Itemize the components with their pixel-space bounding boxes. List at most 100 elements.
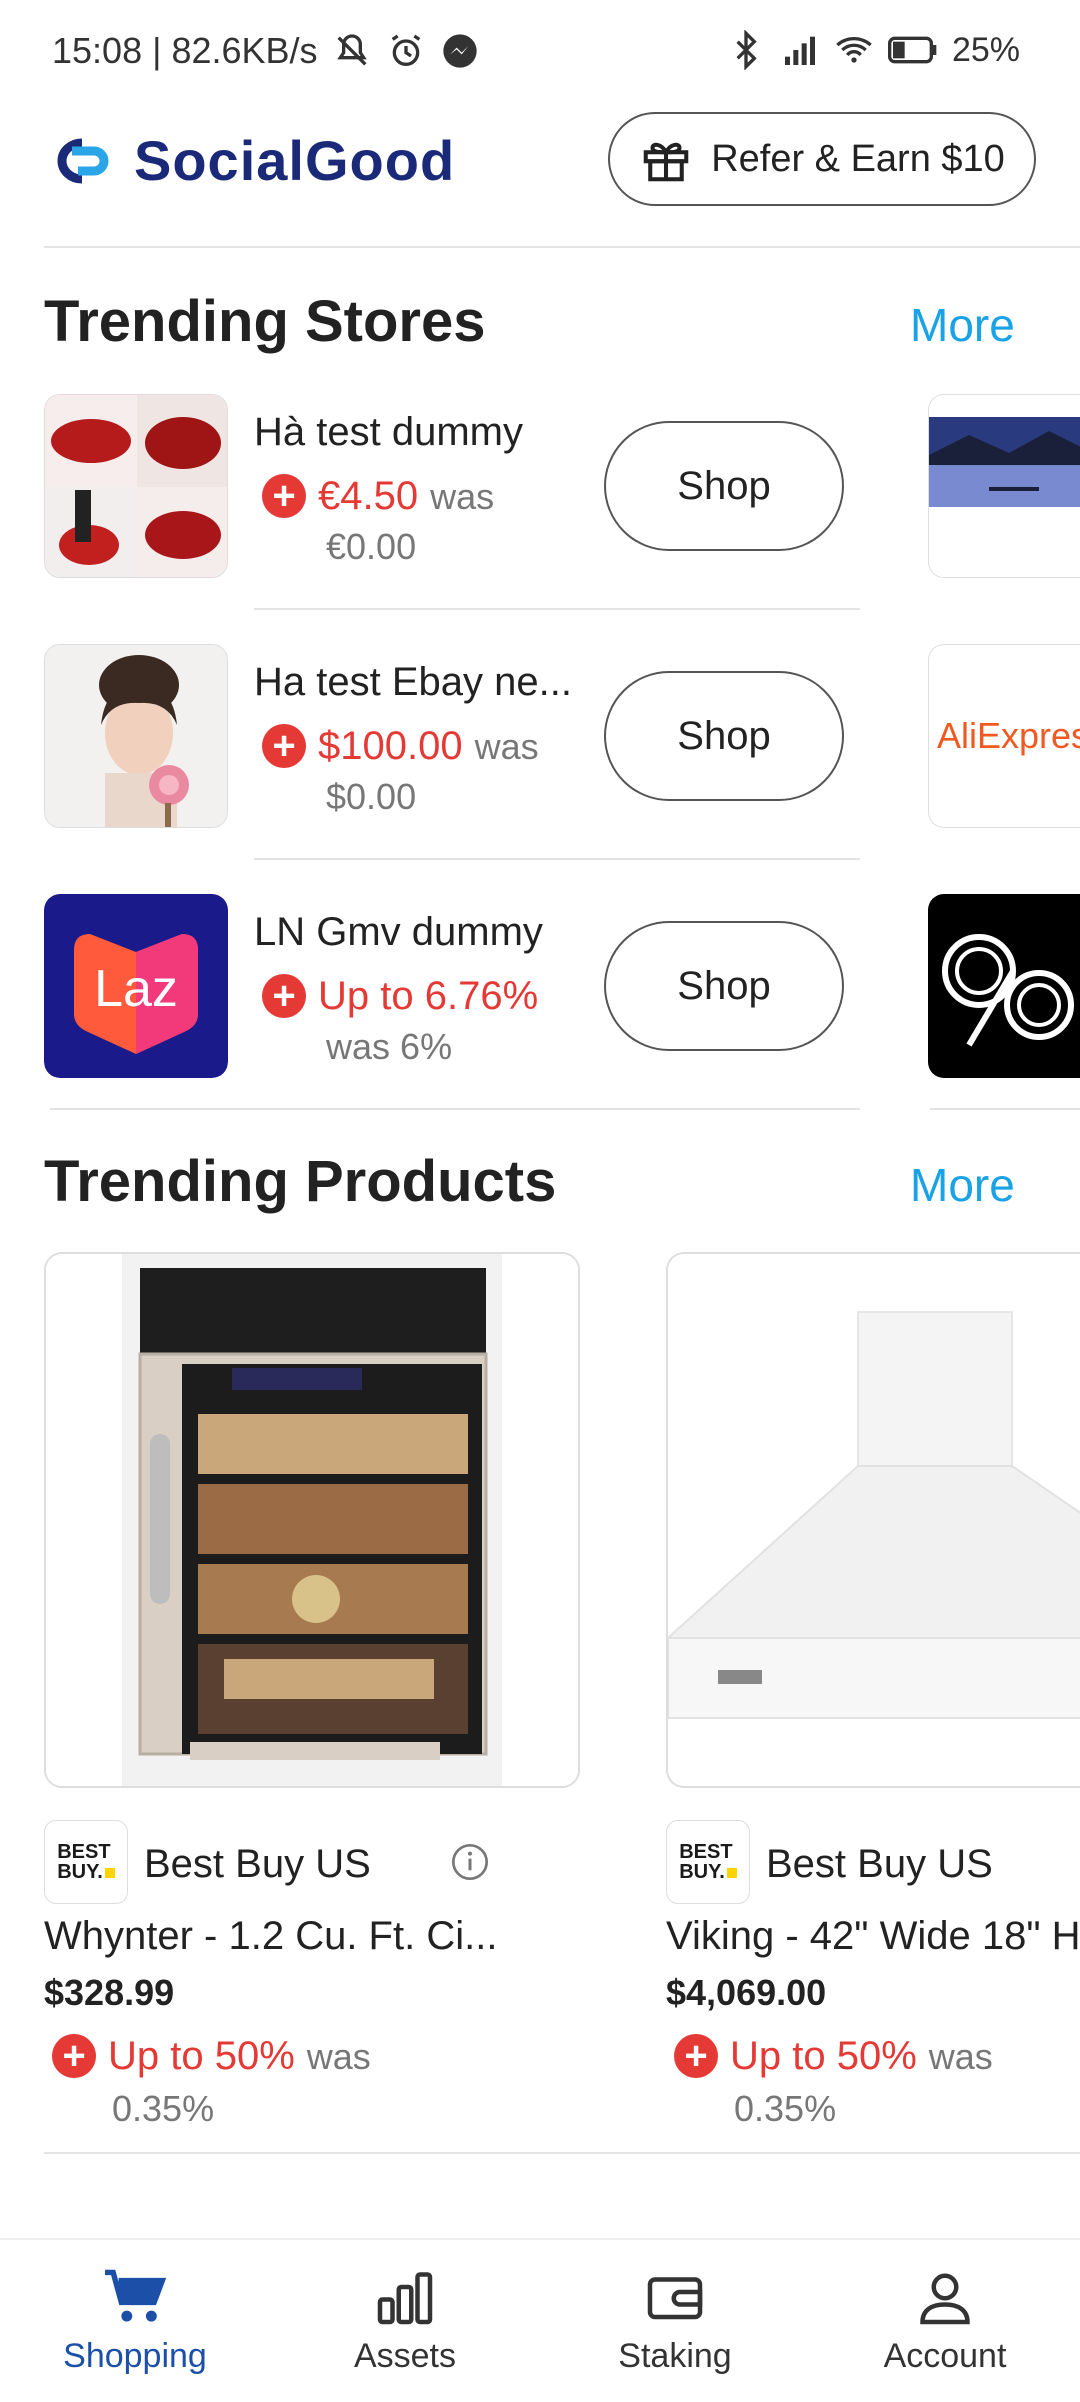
status-left: 15:08 | 82.6KB/s	[52, 30, 480, 72]
nav-shopping[interactable]: Shopping	[0, 2240, 270, 2402]
bottom-navigation: Shopping Assets Staking Account	[0, 2238, 1080, 2402]
header-divider	[44, 246, 1080, 248]
range-hood-image	[668, 1254, 1080, 1786]
battery-icon	[887, 36, 937, 64]
product-name-2: Viking - 42" Wide 18" H	[666, 1914, 1080, 1958]
was-line-3: was 6%	[326, 1026, 452, 1068]
signal-icon	[784, 36, 815, 65]
bestbuy-logo-text: BUY.	[679, 1861, 725, 1883]
wallet-icon	[647, 2276, 703, 2319]
plus-icon: +	[674, 2034, 718, 2078]
merchant-logo-2: BEST BUY.	[666, 1820, 750, 1904]
svg-text:Laz: Laz	[94, 960, 178, 1018]
product-card-2[interactable]	[666, 1252, 1080, 1788]
portrait-image	[45, 645, 227, 827]
product-name-1: Whynter - 1.2 Cu. Ft. Ci...	[44, 1914, 498, 1958]
shop-button-1[interactable]: Shop	[604, 421, 844, 551]
gift-icon	[643, 142, 689, 182]
brand-logo[interactable]: SocialGood	[42, 128, 455, 193]
cashback-value: Up to 50%	[730, 2034, 917, 2078]
trending-products-title: Trending Products	[44, 1149, 557, 1214]
trending-stores-title: Trending Stores	[44, 289, 486, 354]
bestbuy-logo-icon: BEST BUY.	[679, 1842, 737, 1882]
bestbuy-tag-icon	[104, 1868, 115, 1878]
store-thumbnail-2[interactable]	[44, 644, 228, 828]
info-icon[interactable]	[450, 1842, 490, 1882]
aliexpress-logo: AliExpress	[937, 715, 1080, 756]
store-thumbnail-3[interactable]: Laz	[44, 894, 228, 1078]
95g-logo-icon	[929, 895, 1080, 1077]
cashback-value: €4.50	[318, 474, 419, 518]
nav-staking[interactable]: Staking	[540, 2240, 810, 2402]
was-label: was	[326, 1026, 391, 1067]
refer-earn-button[interactable]: Refer & Earn $10	[608, 112, 1036, 206]
was-label: was	[474, 726, 539, 767]
plus-icon: +	[52, 2034, 96, 2078]
mute-icon	[336, 34, 367, 66]
refer-earn-label: Refer & Earn $10	[711, 137, 1005, 180]
status-right: 25%	[726, 30, 1020, 70]
nav-account[interactable]: Account	[810, 2240, 1080, 2402]
was-value: 6%	[400, 1026, 453, 1067]
nav-label: Assets	[353, 2336, 457, 2375]
plus-icon: +	[262, 974, 306, 1018]
merchant-name-1: Best Buy US	[144, 1842, 371, 1886]
store-cashback-3: + Up to 6.76%	[262, 974, 538, 1019]
wifi-icon	[836, 37, 872, 63]
store-cashback-2: + $100.00 was	[262, 724, 539, 769]
was-value: 0.35%	[112, 2088, 215, 2129]
store-name-1: Hà test dummy	[254, 410, 523, 454]
bestbuy-logo-line-2: BUY.	[57, 1862, 115, 1882]
plus-icon: +	[262, 474, 306, 518]
bluetooth-icon	[736, 30, 757, 70]
product-price-1: $328.99	[44, 1972, 175, 2013]
product-price-2: $4,069.00	[666, 1972, 827, 2013]
side-store-thumbnail-1[interactable]	[928, 394, 1080, 578]
product-cashback-1: + Up to 50% was	[52, 2034, 371, 2079]
bestbuy-logo-line-2: BUY.	[679, 1862, 737, 1882]
trending-stores-more-link[interactable]: More	[910, 298, 1015, 352]
store-cashback-1: + €4.50 was	[262, 474, 494, 519]
cashback-value: $100.00	[318, 724, 463, 768]
cashback-value: Up to 6.76%	[318, 974, 539, 1018]
side-store-thumbnail-3[interactable]	[928, 894, 1080, 1078]
product-cashback-2: + Up to 50% was	[674, 2034, 993, 2079]
nav-assets[interactable]: Assets	[270, 2240, 540, 2402]
merchant-name-2: Best Buy US	[766, 1842, 993, 1886]
bestbuy-logo-line-1: BEST	[679, 1841, 733, 1863]
product-card-1[interactable]	[44, 1252, 580, 1788]
time-and-speed: 15:08 | 82.6KB/s	[52, 30, 318, 71]
store-divider-1	[254, 608, 860, 610]
status-bar: 15:08 | 82.6KB/s 25%	[0, 0, 1080, 100]
trending-products-more-link[interactable]: More	[910, 1158, 1015, 1212]
bestbuy-tag-icon	[726, 1868, 737, 1878]
side-divider	[930, 1108, 1080, 1110]
socialgood-logo-icon	[57, 138, 109, 183]
nav-label: Account	[883, 2336, 1007, 2375]
nav-label: Shopping	[63, 2336, 207, 2375]
store-thumbnail-1[interactable]	[44, 394, 228, 578]
bestbuy-logo-line-1: BEST	[57, 1841, 111, 1863]
was-value: 0.35%	[734, 2088, 837, 2129]
wine-cooler-image	[46, 1254, 578, 1786]
was-label: was	[306, 2036, 371, 2077]
cashback-value: Up to 50%	[108, 2034, 295, 2078]
lake-sunset-image	[929, 395, 1080, 577]
merchant-logo-1: BEST BUY.	[44, 1820, 128, 1904]
battery-percent: 25%	[951, 30, 1020, 69]
messenger-icon	[442, 34, 477, 68]
alarm-icon	[391, 34, 420, 66]
shop-button-2[interactable]: Shop	[604, 671, 844, 801]
cart-icon	[105, 2269, 167, 2322]
store-name-3: LN Gmv dummy	[254, 910, 543, 954]
shop-button-3[interactable]: Shop	[604, 921, 844, 1051]
was-label: was	[430, 476, 495, 517]
bestbuy-logo-text: BUY.	[57, 1861, 103, 1883]
bar-chart-icon	[377, 2271, 433, 2324]
lazada-logo-icon: Laz	[44, 894, 228, 1078]
side-store-thumbnail-2[interactable]: AliExpress	[928, 644, 1080, 828]
products-divider	[44, 2152, 1080, 2154]
plus-icon: +	[262, 724, 306, 768]
store-name-2: Ha test Ebay ne...	[254, 660, 572, 704]
was-label: was	[928, 2036, 993, 2077]
